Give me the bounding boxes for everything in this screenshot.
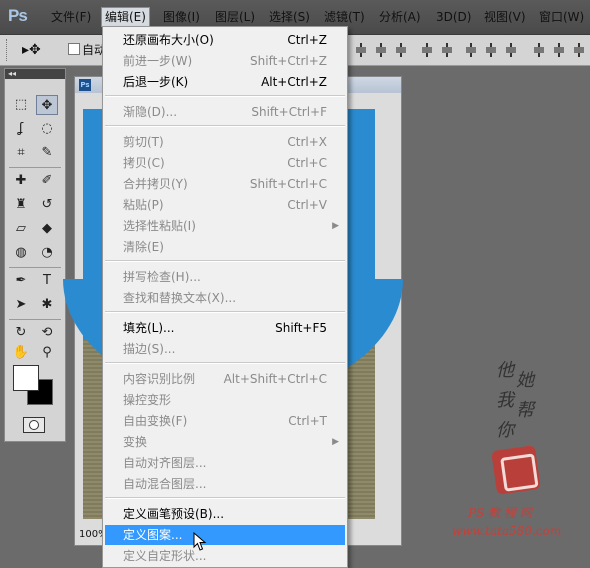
- menu-separator: [105, 311, 345, 313]
- menu-separator: [105, 497, 345, 499]
- distribute-left-icon[interactable]: [532, 43, 546, 57]
- toolbox-divider: [9, 319, 61, 320]
- distribute-bottom-icon[interactable]: [504, 43, 518, 57]
- blur-tool-icon[interactable]: ◍: [10, 243, 32, 263]
- watermark-website: www.tata580.com: [452, 524, 562, 538]
- menu-item-check-spelling[interactable]: 拼写检查(H)...: [105, 267, 345, 287]
- menu-item-copy[interactable]: 拷贝(C) Ctrl+C: [105, 153, 345, 173]
- marquee-tool-icon[interactable]: ⬚: [10, 95, 32, 115]
- menu-item-transform[interactable]: 变换 ▶: [105, 432, 345, 452]
- options-grip[interactable]: [6, 39, 10, 61]
- menu-layer[interactable]: 图层(L): [212, 8, 258, 26]
- menu-item-stroke[interactable]: 描边(S)...: [105, 339, 345, 359]
- menu-separator: [105, 362, 345, 364]
- submenu-arrow-icon: ▶: [332, 221, 339, 231]
- watermark-calligraphy-char: 我: [496, 390, 514, 411]
- foreground-color-swatch[interactable]: [13, 365, 39, 391]
- menu-item-clear[interactable]: 清除(E): [105, 237, 345, 257]
- pointer-cursor-icon: [193, 532, 207, 551]
- menu-item-fill[interactable]: 填充(L)... Shift+F5: [105, 318, 345, 338]
- menu-item-cut[interactable]: 剪切(T) Ctrl+X: [105, 132, 345, 152]
- history-brush-tool-icon[interactable]: ↺: [36, 195, 58, 215]
- move-tool-icon[interactable]: ✥: [36, 95, 58, 115]
- align-top-icon[interactable]: [354, 43, 368, 57]
- zoom-tool-icon[interactable]: ⚲: [36, 343, 58, 363]
- distribute-top-icon[interactable]: [464, 43, 478, 57]
- menu-item-free-transform[interactable]: 自由变换(F) Ctrl+T: [105, 411, 345, 431]
- menu-edit[interactable]: 编辑(E): [101, 7, 150, 27]
- toolbox: ◂◂ ⬚ ✥ ʆ ◌ ⌗ ✎ ✚ ✐ ♜ ↺ ▱ ◆ ◍ ◔ ✒ T ➤ ✱ ↻…: [4, 68, 66, 442]
- paint-bucket-tool-icon[interactable]: ◆: [36, 219, 58, 239]
- hand-tool-icon[interactable]: ✋: [10, 343, 32, 363]
- menu-separator: [105, 260, 345, 262]
- menu-view[interactable]: 视图(V): [481, 8, 529, 26]
- menu-item-auto-blend-layers[interactable]: 自动混合图层...: [105, 474, 345, 494]
- menu-item-paste-special[interactable]: 选择性粘贴(I) ▶: [105, 216, 345, 236]
- menu-item-find-replace-text[interactable]: 查找和替换文本(X)...: [105, 288, 345, 308]
- eraser-tool-icon[interactable]: ▱: [10, 219, 32, 239]
- align-hcenter-icon[interactable]: [440, 43, 454, 57]
- menu-item-define-brush-preset[interactable]: 定义画笔预设(B)...: [105, 504, 345, 524]
- toolbox-divider: [9, 167, 61, 168]
- toolbox-header[interactable]: ◂◂: [5, 69, 65, 79]
- watermark-seal: [491, 445, 541, 495]
- watermark-calligraphy-char: 你: [496, 420, 514, 441]
- menu-file[interactable]: 文件(F): [48, 8, 94, 26]
- crop-tool-icon[interactable]: ⌗: [10, 143, 32, 163]
- menu-item-auto-align-layers[interactable]: 自动对齐图层...: [105, 453, 345, 473]
- ps-document-icon: Ps: [79, 79, 91, 91]
- custom-shape-tool-icon[interactable]: ✱: [36, 295, 58, 315]
- menu-item-undo-canvas-size[interactable]: 还原画布大小(O) Ctrl+Z: [105, 30, 345, 50]
- eyedropper-tool-icon[interactable]: ✎: [36, 143, 58, 163]
- align-bottom-icon[interactable]: [394, 43, 408, 57]
- menu-item-define-pattern[interactable]: 定义图案...: [105, 525, 345, 545]
- clone-stamp-tool-icon[interactable]: ♜: [10, 195, 32, 215]
- watermark-calligraphy-char: 他: [496, 360, 514, 381]
- dodge-tool-icon[interactable]: ◔: [36, 243, 58, 263]
- 3d-rotate-tool-icon[interactable]: ↻: [10, 323, 32, 343]
- quick-select-tool-icon[interactable]: ◌: [36, 119, 58, 139]
- photoshop-logo: Ps: [8, 6, 28, 25]
- menu-item-puppet-warp[interactable]: 操控变形: [105, 390, 345, 410]
- distribute-right-icon[interactable]: [572, 43, 586, 57]
- menu-select[interactable]: 选择(S): [266, 8, 313, 26]
- path-select-tool-icon[interactable]: ➤: [10, 295, 32, 315]
- submenu-arrow-icon: ▶: [332, 437, 339, 447]
- type-tool-icon[interactable]: T: [36, 271, 58, 291]
- watermark-calligraphy-char: 帮: [516, 400, 534, 421]
- align-vcenter-icon[interactable]: [374, 43, 388, 57]
- 3d-orbit-tool-icon[interactable]: ⟲: [36, 323, 58, 343]
- menu-item-paste[interactable]: 粘贴(P) Ctrl+V: [105, 195, 345, 215]
- distribute-hcenter-icon[interactable]: [552, 43, 566, 57]
- menu-item-copy-merged[interactable]: 合并拷贝(Y) Shift+Ctrl+C: [105, 174, 345, 194]
- menu-item-fade[interactable]: 渐隐(D)... Shift+Ctrl+F: [105, 102, 345, 122]
- pen-tool-icon[interactable]: ✒: [10, 271, 32, 291]
- menu-separator: [105, 125, 345, 127]
- menu-image[interactable]: 图像(I): [160, 8, 203, 26]
- menu-filter[interactable]: 滤镜(T): [321, 8, 368, 26]
- quick-mask-button[interactable]: [23, 417, 45, 433]
- menu-separator: [105, 95, 345, 97]
- menu-item-define-custom-shape[interactable]: 定义自定形状...: [105, 546, 345, 566]
- menu-window[interactable]: 窗口(W): [536, 8, 587, 26]
- watermark-title: PS 教 程 网: [468, 506, 532, 520]
- align-left-icon[interactable]: [420, 43, 434, 57]
- menu-analysis[interactable]: 分析(A): [376, 8, 424, 26]
- brush-tool-icon[interactable]: ✐: [36, 171, 58, 191]
- healing-brush-tool-icon[interactable]: ✚: [10, 171, 32, 191]
- auto-select-checkbox[interactable]: [68, 43, 80, 55]
- watermark-calligraphy-char: 她: [516, 370, 534, 391]
- menu-item-step-forward[interactable]: 前进一步(W) Shift+Ctrl+Z: [105, 51, 345, 71]
- menu-item-content-aware-scale[interactable]: 内容识别比例 Alt+Shift+Ctrl+C: [105, 369, 345, 389]
- toolbox-divider: [9, 267, 61, 268]
- lasso-tool-icon[interactable]: ʆ: [10, 119, 32, 139]
- distribute-vcenter-icon[interactable]: [484, 43, 498, 57]
- edit-menu-dropdown: 还原画布大小(O) Ctrl+Z 前进一步(W) Shift+Ctrl+Z 后退…: [102, 26, 348, 568]
- move-tool-icon[interactable]: ▸✥: [22, 42, 41, 58]
- menu-3d[interactable]: 3D(D): [433, 8, 474, 26]
- menu-item-step-backward[interactable]: 后退一步(K) Alt+Ctrl+Z: [105, 72, 345, 92]
